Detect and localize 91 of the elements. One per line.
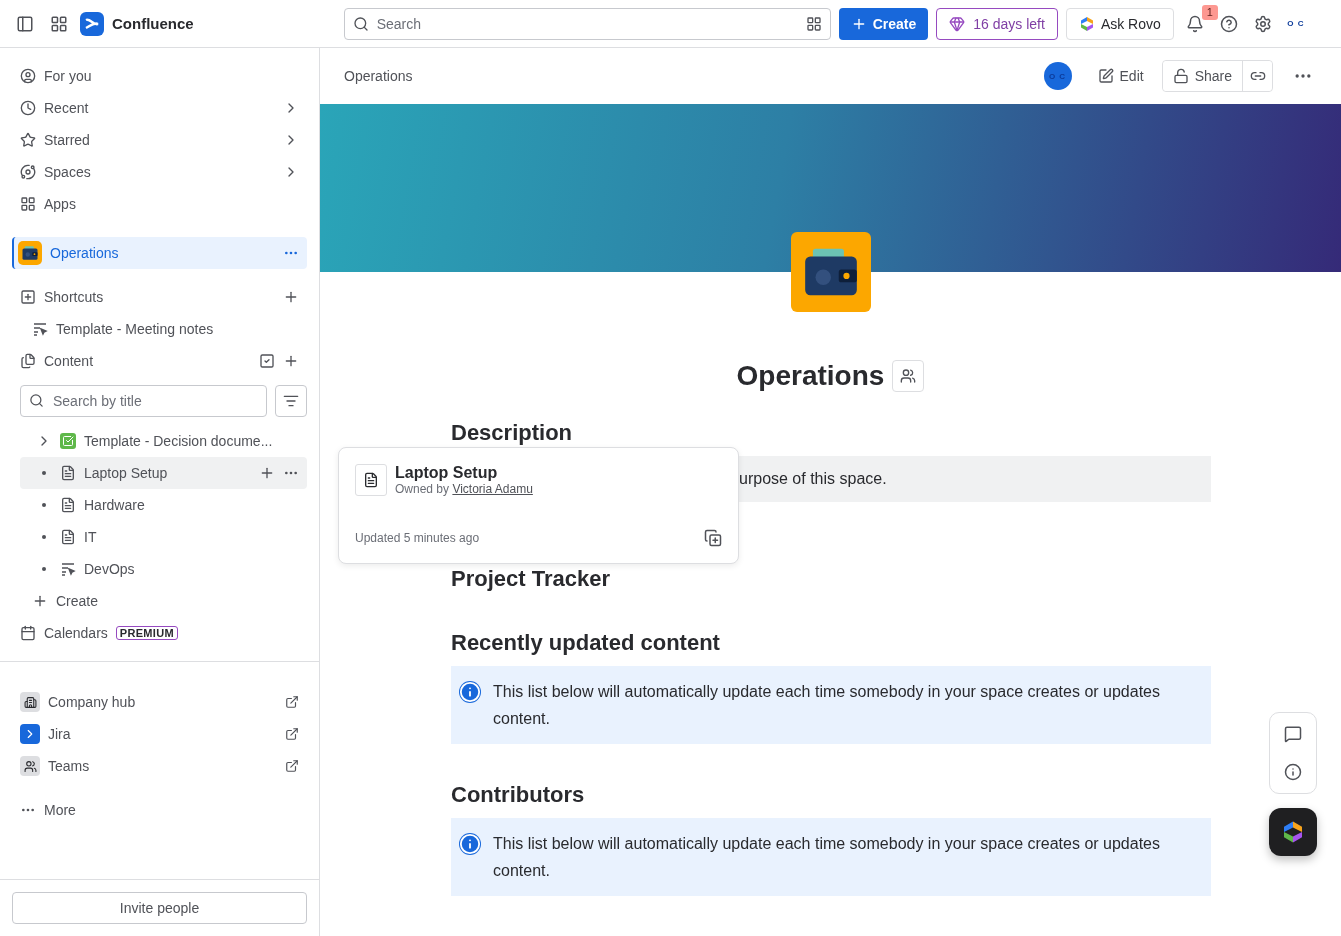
- building-icon: [20, 692, 40, 712]
- rovo-logo-icon: [1078, 15, 1095, 32]
- add-icon: [32, 593, 48, 609]
- section-heading: Contributors: [451, 782, 586, 808]
- search-icon: [352, 15, 369, 32]
- search-icon: [29, 393, 44, 408]
- info-text: This list below will automatically update each time somebody in your space creates or updates content.: [493, 834, 1161, 881]
- calendars-item[interactable]: Calendars PREMIUM: [12, 617, 307, 649]
- filter-button[interactable]: [275, 385, 307, 417]
- info-icon: [459, 833, 481, 855]
- copy-icon[interactable]: [704, 529, 722, 547]
- section-heading: Project Tracker: [451, 566, 611, 592]
- bullet-icon: [42, 471, 46, 475]
- page-icon: [60, 465, 76, 481]
- rovo-logo-icon: [1281, 820, 1305, 844]
- tree-item[interactable]: Template - Decision docume...: [20, 425, 307, 457]
- nav-item[interactable]: Recent: [12, 92, 307, 124]
- space-item[interactable]: Operations: [12, 237, 307, 269]
- clock-icon: [20, 100, 36, 116]
- checkbox-icon: [259, 353, 275, 369]
- search-field[interactable]: Search: [343, 7, 831, 40]
- user-icon: [20, 68, 36, 84]
- page-icon: [60, 497, 76, 513]
- bullet-icon: [42, 503, 46, 507]
- content-icon: [20, 353, 36, 369]
- page-icon: [60, 529, 76, 545]
- lock-icon: [1172, 68, 1189, 84]
- add-icon: [259, 465, 275, 481]
- nav-item[interactable]: Spaces: [12, 156, 307, 188]
- calendar-icon: [20, 625, 36, 641]
- section-heading: Recently updated content: [451, 630, 721, 656]
- filter-icon: [283, 393, 299, 409]
- page-title: Operations: [736, 360, 885, 392]
- external-link-icon: [285, 759, 299, 773]
- people-button[interactable]: [892, 360, 925, 392]
- description-text: urpose of this space.: [739, 470, 887, 488]
- more-item[interactable]: More: [12, 794, 307, 826]
- gem-icon: [949, 15, 966, 32]
- edit-button[interactable]: Edit: [1087, 60, 1154, 92]
- product-name: Confluence: [112, 15, 194, 32]
- add-icon: [283, 289, 299, 305]
- star-icon: [20, 132, 36, 148]
- tree-item[interactable]: Hardware: [20, 489, 307, 521]
- list-cursor-icon: [60, 561, 76, 577]
- ask-rovo-button[interactable]: Ask Rovo: [1065, 7, 1174, 40]
- tree-item[interactable]: IT: [20, 521, 307, 553]
- content-item[interactable]: Content: [12, 345, 307, 377]
- owner-link[interactable]: Victoria Adamu: [452, 482, 533, 496]
- add-icon: [283, 353, 299, 369]
- info-text: This list below will automatically update each time somebody in your space creates or updates content.: [493, 682, 1161, 729]
- section-heading: Description: [451, 420, 574, 446]
- bullet-icon: [42, 535, 46, 539]
- invite-people-button[interactable]: Invite people: [12, 892, 307, 924]
- tree-item[interactable]: Laptop Setup: [20, 457, 307, 489]
- preview-title: Laptop Setup: [395, 464, 499, 482]
- page-icon: [355, 464, 387, 496]
- copy-link-button[interactable]: [1242, 61, 1272, 91]
- checkmark-icon: [60, 433, 76, 449]
- confluence-logo-icon[interactable]: [80, 11, 104, 36]
- owner-label: Owned by: [395, 482, 450, 496]
- tree-item[interactable]: DevOps: [20, 553, 307, 585]
- updated-text: Updated 5 minutes ago: [355, 531, 480, 545]
- nav-item[interactable]: Starred: [12, 124, 307, 156]
- people-icon: [900, 368, 917, 384]
- app-link[interactable]: Teams: [12, 750, 307, 782]
- shortcuts-item[interactable]: Shortcuts: [12, 281, 307, 313]
- planet-icon: [20, 164, 36, 180]
- external-link-icon: [285, 727, 299, 741]
- list-cursor-icon: [32, 321, 48, 337]
- trial-button[interactable]: 16 days left: [936, 7, 1058, 40]
- title-search-field[interactable]: Search by title: [20, 385, 267, 417]
- calendars-label: Calendars: [44, 625, 108, 641]
- create-item[interactable]: Create: [12, 585, 307, 617]
- people-icon: [20, 756, 40, 776]
- nav-item[interactable]: Apps: [12, 188, 307, 220]
- bullet-icon: [42, 567, 46, 571]
- shortcut-item[interactable]: Template - Meeting notes: [12, 313, 307, 345]
- app-link[interactable]: Company hub: [12, 686, 307, 718]
- breadcrumb-link[interactable]: Operations: [344, 68, 1036, 84]
- info-icon: [459, 681, 481, 703]
- create-button[interactable]: Create: [838, 7, 929, 40]
- premium-badge: PREMIUM: [115, 626, 178, 640]
- pencil-icon: [1097, 68, 1114, 84]
- nav-item[interactable]: For you: [12, 60, 307, 92]
- apps-icon: [20, 196, 36, 212]
- external-link-icon: [285, 695, 299, 709]
- app-link[interactable]: Jira: [12, 718, 307, 750]
- notification-count: 1: [1201, 4, 1218, 20]
- rovo-button[interactable]: [1269, 808, 1317, 856]
- apps-icon[interactable]: [805, 15, 822, 32]
- shortcut-icon: [20, 289, 36, 305]
